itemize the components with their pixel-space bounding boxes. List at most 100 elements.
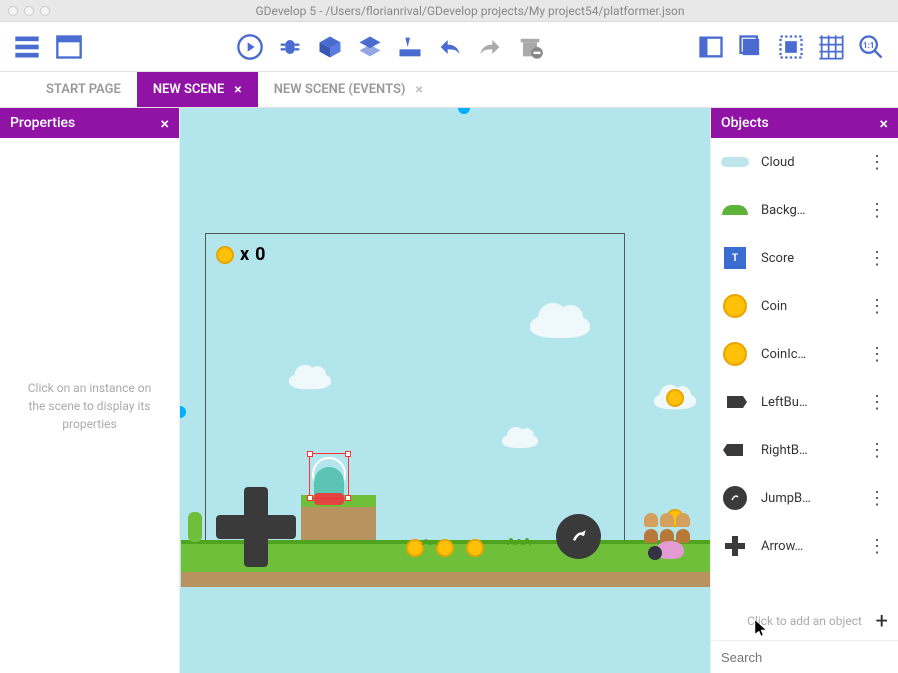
panel-close-icon[interactable]: × <box>879 114 888 133</box>
object-label: CoinIc… <box>761 347 854 362</box>
object-row-arrow[interactable]: Arrow… ⋮ <box>711 522 898 570</box>
tab-label: START PAGE <box>46 82 121 97</box>
object-row-right-button[interactable]: RightB… ⋮ <box>711 426 898 474</box>
fly-enemy[interactable] <box>648 546 662 560</box>
scene-viewport[interactable]: x 0 <box>180 108 710 673</box>
undo-button[interactable] <box>433 30 467 64</box>
panel-toggle-button[interactable] <box>694 30 728 64</box>
hud-coin-value: 0 <box>255 244 265 265</box>
grid-button[interactable] <box>814 30 848 64</box>
zoom-button[interactable]: 1:1 <box>854 30 888 64</box>
redo-button[interactable] <box>473 30 507 64</box>
tab-new-scene[interactable]: NEW SCENE × <box>137 72 258 107</box>
tab-start-page[interactable]: START PAGE <box>30 72 137 107</box>
objects-list[interactable]: Cloud ⋮ Backg… ⋮ T Score ⋮ Coin ⋮ CoinIc… <box>711 138 898 602</box>
object-thumb-score: T <box>719 242 751 274</box>
maximize-window-button[interactable] <box>40 6 50 16</box>
mushroom-sprite <box>676 529 690 543</box>
selection-box <box>309 453 349 499</box>
object-thumb-cloud <box>719 146 751 178</box>
object-label: Cloud <box>761 155 854 170</box>
hud-coin-counter[interactable]: x 0 <box>216 244 266 265</box>
object-row-left-button[interactable]: LeftBu… ⋮ <box>711 378 898 426</box>
object-label: Score <box>761 251 854 266</box>
properties-header: Properties × <box>0 108 179 138</box>
objects-search[interactable] <box>711 640 898 673</box>
objects-panel: Objects × Cloud ⋮ Backg… ⋮ T Score ⋮ Coi <box>710 108 898 673</box>
camera-handle-top[interactable] <box>458 108 470 114</box>
object-menu-icon[interactable]: ⋮ <box>864 248 890 269</box>
object-label: LeftBu… <box>761 395 854 410</box>
panel-title: Objects <box>721 115 769 131</box>
object-menu-icon[interactable]: ⋮ <box>864 200 890 221</box>
properties-panel-button[interactable] <box>52 30 86 64</box>
window-title: GDevelop 5 - /Users/florianrival/GDevelo… <box>50 4 890 18</box>
main-area: Properties × Click on an instance on the… <box>0 108 898 673</box>
hud-coin-prefix: x <box>240 244 249 265</box>
cursor-icon <box>755 620 767 636</box>
cactus-sprite[interactable] <box>188 512 202 542</box>
edit-button[interactable] <box>393 30 427 64</box>
object-row-jump-button[interactable]: JumpB… ⋮ <box>711 474 898 522</box>
add-object-button[interactable]: Click to add an object + <box>711 602 898 640</box>
properties-empty-message: Click on an instance on the scene to dis… <box>0 138 179 673</box>
search-input[interactable] <box>721 650 897 665</box>
object-menu-icon[interactable]: ⋮ <box>864 152 890 173</box>
object-menu-icon[interactable]: ⋮ <box>864 392 890 413</box>
mushroom-sprite <box>644 529 658 543</box>
grass-tuft <box>421 535 441 545</box>
objects-header: Objects × <box>711 108 898 138</box>
selection-handle[interactable] <box>345 495 351 501</box>
mushroom-sprite <box>676 513 690 527</box>
selection-handle[interactable] <box>345 451 351 457</box>
selection-handle[interactable] <box>307 451 313 457</box>
object-row-score[interactable]: T Score ⋮ <box>711 234 898 282</box>
dpad-control[interactable] <box>216 487 296 567</box>
game-window-frame: x 0 <box>205 233 625 558</box>
object-row-coin[interactable]: Coin ⋮ <box>711 282 898 330</box>
mushroom-group[interactable] <box>644 513 690 527</box>
object-menu-icon[interactable]: ⋮ <box>864 488 890 509</box>
coin-sprite[interactable] <box>466 539 484 557</box>
object-row-cloud[interactable]: Cloud ⋮ <box>711 138 898 186</box>
scene-layers-button[interactable] <box>353 30 387 64</box>
object-menu-icon[interactable]: ⋮ <box>864 296 890 317</box>
window-controls[interactable] <box>8 6 50 16</box>
window-mode-button[interactable] <box>734 30 768 64</box>
selection-handle[interactable] <box>307 495 313 501</box>
main-toolbar: 1:1 <box>0 22 898 72</box>
object-label: Coin <box>761 299 854 314</box>
jump-button-sprite[interactable] <box>556 514 601 559</box>
object-menu-icon[interactable]: ⋮ <box>864 440 890 461</box>
object-label: JumpB… <box>761 491 854 506</box>
coin-sprite[interactable] <box>666 389 684 407</box>
object-label: RightB… <box>761 443 854 458</box>
minimize-window-button[interactable] <box>24 6 34 16</box>
grass-tuft <box>506 533 536 545</box>
object-row-background[interactable]: Backg… ⋮ <box>711 186 898 234</box>
panel-close-icon[interactable]: × <box>160 114 169 133</box>
tab-close-icon[interactable]: × <box>415 82 422 98</box>
close-window-button[interactable] <box>8 6 18 16</box>
object-thumb-right-button <box>719 434 751 466</box>
trash-button[interactable] <box>513 30 547 64</box>
plus-icon: + <box>876 609 888 634</box>
scene-objects-button[interactable] <box>313 30 347 64</box>
object-menu-icon[interactable]: ⋮ <box>864 344 890 365</box>
play-button[interactable] <box>233 30 267 64</box>
debug-button[interactable] <box>273 30 307 64</box>
tab-bar: START PAGE NEW SCENE × NEW SCENE (EVENTS… <box>0 72 898 108</box>
object-menu-icon[interactable]: ⋮ <box>864 536 890 557</box>
camera-handle-left[interactable] <box>180 406 186 418</box>
object-thumb-arrow <box>719 530 751 562</box>
panel-title: Properties <box>10 115 75 131</box>
mask-button[interactable] <box>774 30 808 64</box>
coin-icon <box>216 246 234 264</box>
object-thumb-coin <box>719 290 751 322</box>
tab-new-scene-events[interactable]: NEW SCENE (EVENTS) × <box>258 72 439 107</box>
project-panel-button[interactable] <box>10 30 44 64</box>
object-row-coin-icon[interactable]: CoinIc… ⋮ <box>711 330 898 378</box>
object-label: Backg… <box>761 203 854 218</box>
dirt-sprite <box>181 572 710 587</box>
tab-close-icon[interactable]: × <box>234 82 241 98</box>
